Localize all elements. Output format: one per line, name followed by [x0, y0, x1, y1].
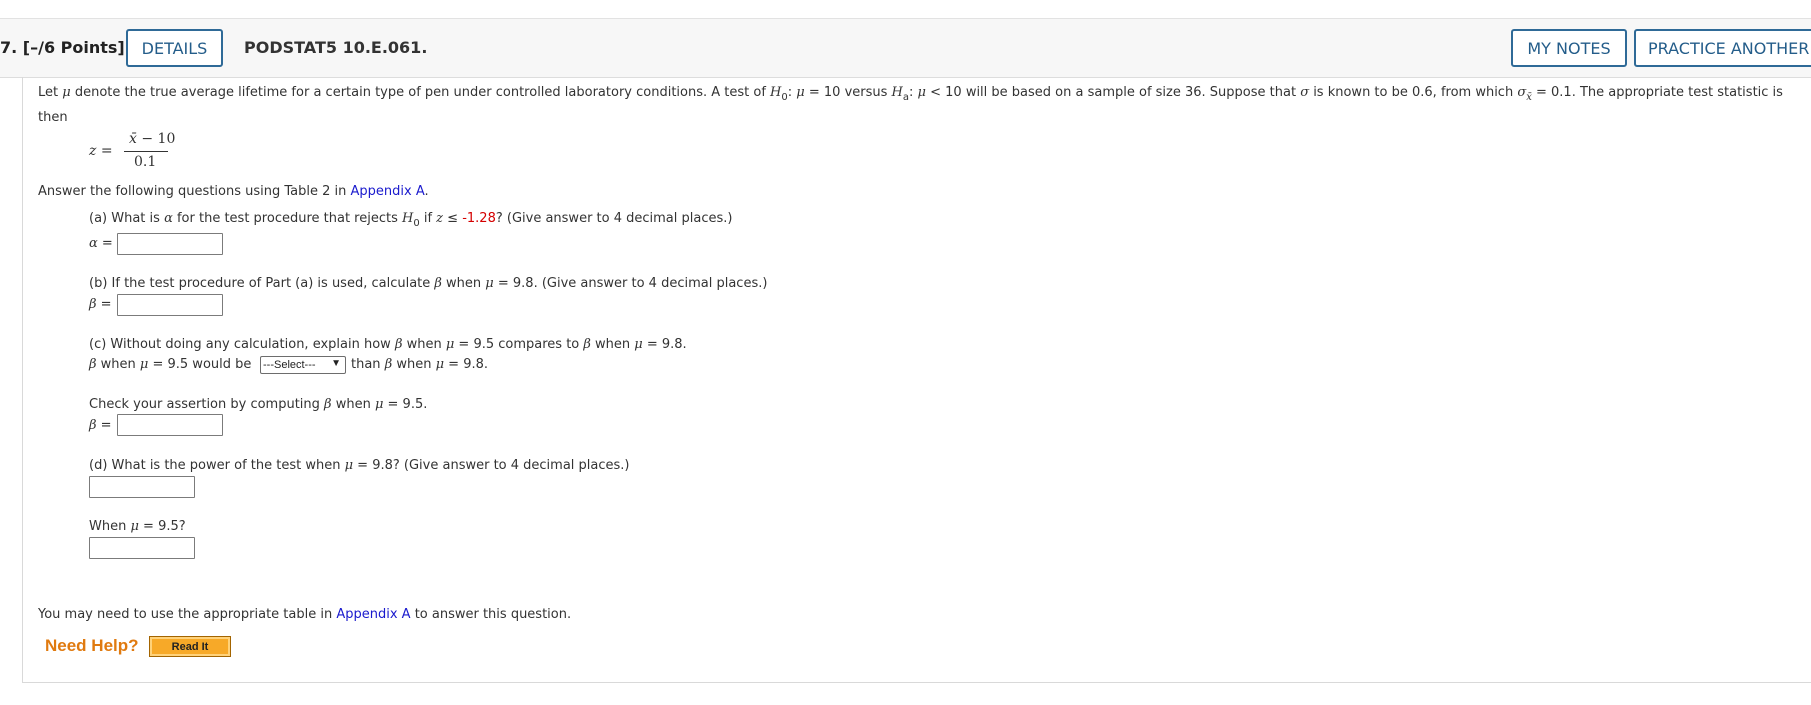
- power-input-9-8[interactable]: [89, 476, 195, 498]
- fraction-bar: [124, 151, 168, 152]
- need-help-label: Need Help?: [45, 636, 139, 655]
- appendix-a-link[interactable]: Appendix A: [351, 184, 425, 199]
- details-button[interactable]: DETAILS: [126, 29, 223, 67]
- question-code: PODSTAT5 10.E.061.: [244, 38, 428, 57]
- formula-numerator: x̄ − 10: [129, 131, 176, 147]
- question-points: 7. [–/6 Points]: [0, 38, 125, 57]
- problem-then: then: [38, 110, 68, 125]
- alpha-label: α =: [89, 236, 113, 251]
- problem-statement: Let μ denote the true average lifetime f…: [38, 85, 1783, 103]
- formula-denominator: 0.1: [134, 154, 157, 170]
- part-c-question: (c) Without doing any calculation, expla…: [89, 337, 687, 352]
- beta-input-check[interactable]: [117, 414, 223, 436]
- appendix-a-link-footer[interactable]: Appendix A: [336, 607, 410, 622]
- check-question: Check your assertion by computing β when…: [89, 397, 428, 412]
- my-notes-button[interactable]: MY NOTES: [1511, 29, 1627, 67]
- comparison-select[interactable]: ---Select--- ▼: [260, 356, 346, 374]
- part-c-statement: β when μ = 9.5 would be: [89, 357, 252, 372]
- table-note: You may need to use the appropriate tabl…: [38, 607, 572, 622]
- part-a-question: (a) What is α for the test procedure tha…: [89, 211, 733, 229]
- power-input-9-5[interactable]: [89, 537, 195, 559]
- beta-label-b: β =: [89, 297, 112, 312]
- threshold-value: -1.28: [462, 211, 496, 226]
- part-c-statement-end: than β when μ = 9.8.: [351, 357, 488, 372]
- read-it-button[interactable]: Read It: [149, 636, 231, 657]
- question-body: [22, 77, 1811, 683]
- question-header: 7. [–/6 Points] DETAILS PODSTAT5 10.E.06…: [0, 19, 1811, 78]
- practice-another-button[interactable]: PRACTICE ANOTHER: [1634, 29, 1811, 67]
- chevron-down-icon: ▼: [331, 358, 341, 369]
- alpha-input[interactable]: [117, 233, 223, 255]
- part-b-question: (b) If the test procedure of Part (a) is…: [89, 276, 768, 291]
- beta-label-check: β =: [89, 418, 112, 433]
- part-d-question: (d) What is the power of the test when μ…: [89, 458, 630, 473]
- intro-text: Answer the following questions using Tab…: [38, 184, 429, 199]
- part-d-when: When μ = 9.5?: [89, 519, 186, 534]
- formula-lhs: z =: [89, 143, 113, 159]
- beta-input-b[interactable]: [117, 294, 223, 316]
